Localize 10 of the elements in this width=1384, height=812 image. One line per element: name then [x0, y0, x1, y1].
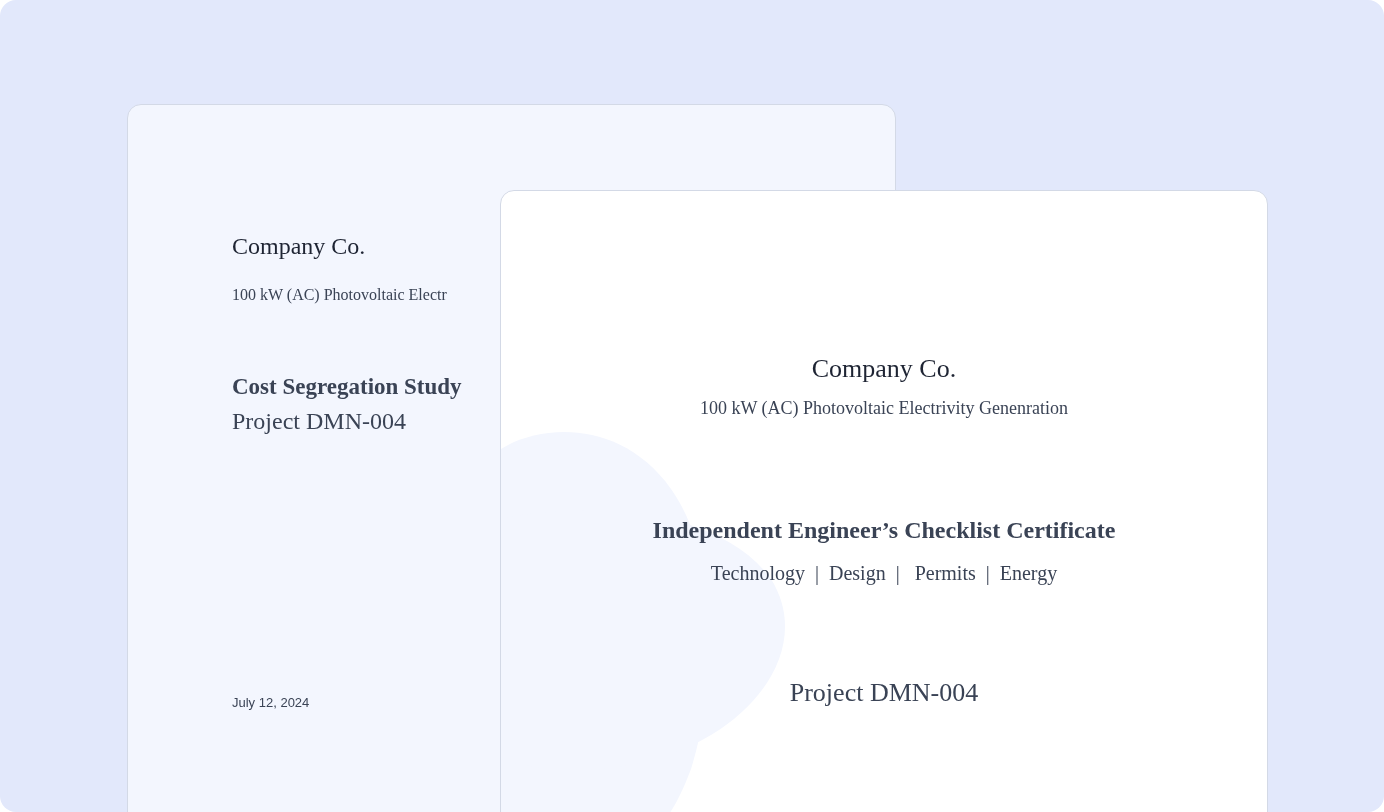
project-subtitle: 100 kW (AC) Photovoltaic Electrivity Genenration: [699, 398, 1069, 420]
project-number: Project DMN-004: [789, 676, 979, 708]
document-title: Cost Segregation Study: [232, 373, 462, 401]
project-subtitle: 100 kW (AC) Photovoltaic Electr: [232, 284, 447, 304]
category-list: Technology | Design | Permits | Energy: [710, 560, 1058, 585]
document-date: July 12, 2024: [232, 695, 310, 711]
company-name: Company Co.: [232, 232, 366, 261]
document-title: Independent Engineer’s Checklist Certificate: [652, 515, 1116, 545]
project-number: Project DMN-004: [232, 406, 406, 436]
company-name: Company Co.: [811, 353, 957, 385]
